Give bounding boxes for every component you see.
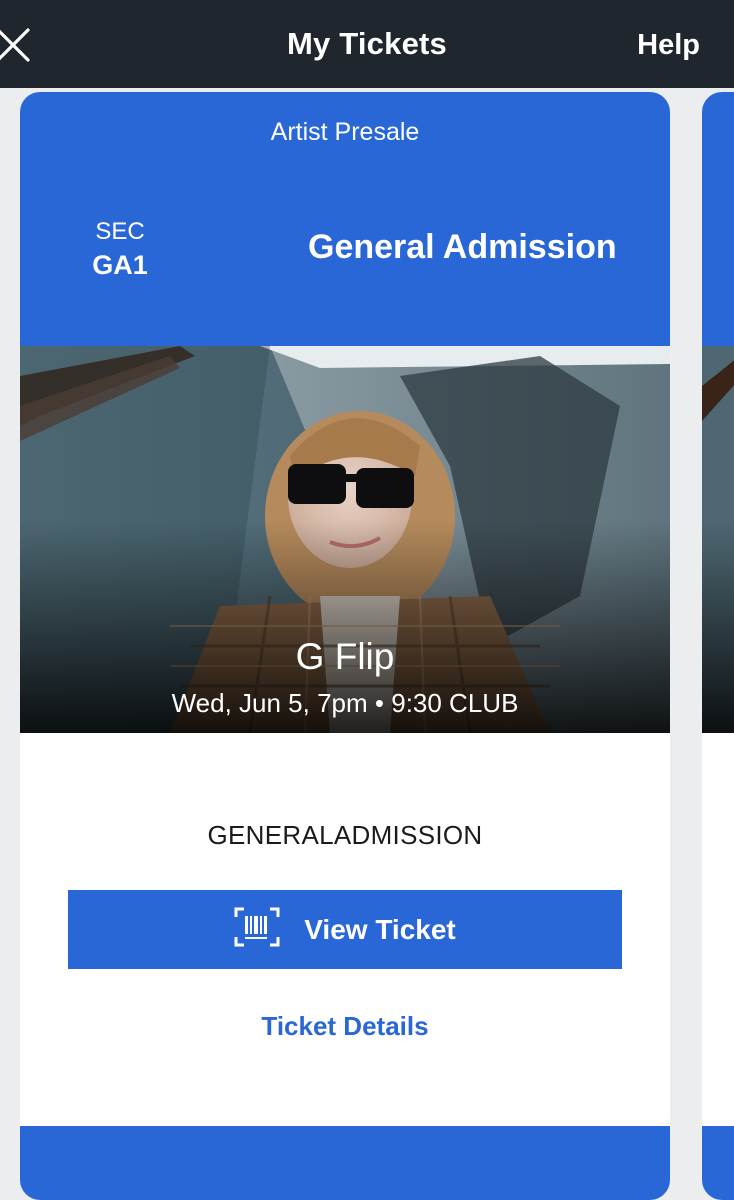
section-label: SEC [95,218,145,245]
view-ticket-button[interactable]: View Ticket [68,890,622,969]
ticket-details-link[interactable]: Ticket Details [20,1011,670,1042]
help-button[interactable]: Help [637,29,700,62]
presale-label: Artist Presale [270,118,420,146]
view-ticket-label: View Ticket [304,913,456,945]
barcode-icon [234,907,280,952]
ticket-card[interactable]: Artist Presale SEC GA1 General Admission [20,92,670,1200]
next-ticket-footer [702,1126,734,1200]
event-date-venue: Wed, Jun 5, 7pm • 9:30 CLUB [20,688,670,719]
next-ticket-header [702,92,734,346]
ticket-type: GENERALADMISSION [207,820,483,850]
page-title: My Tickets [287,26,447,61]
artist-name: G Flip [295,636,395,677]
separator-dot: • [374,688,384,718]
event-date-time: Wed, Jun 5, 7pm [171,688,368,718]
top-bar: My Tickets Help [0,0,734,88]
venue-name: 9:30 CLUB [391,688,519,718]
next-ticket-card[interactable] [702,92,734,1200]
section-value: GA1 [92,250,148,280]
next-ticket-photo [702,346,734,733]
ticket-header: Artist Presale SEC GA1 General Admission [20,92,670,346]
ticket-footer [20,1126,670,1200]
event-photo: G Flip Wed, Jun 5, 7pm • 9:30 CLUB [20,346,670,733]
admission-type: General Admission [308,228,617,266]
